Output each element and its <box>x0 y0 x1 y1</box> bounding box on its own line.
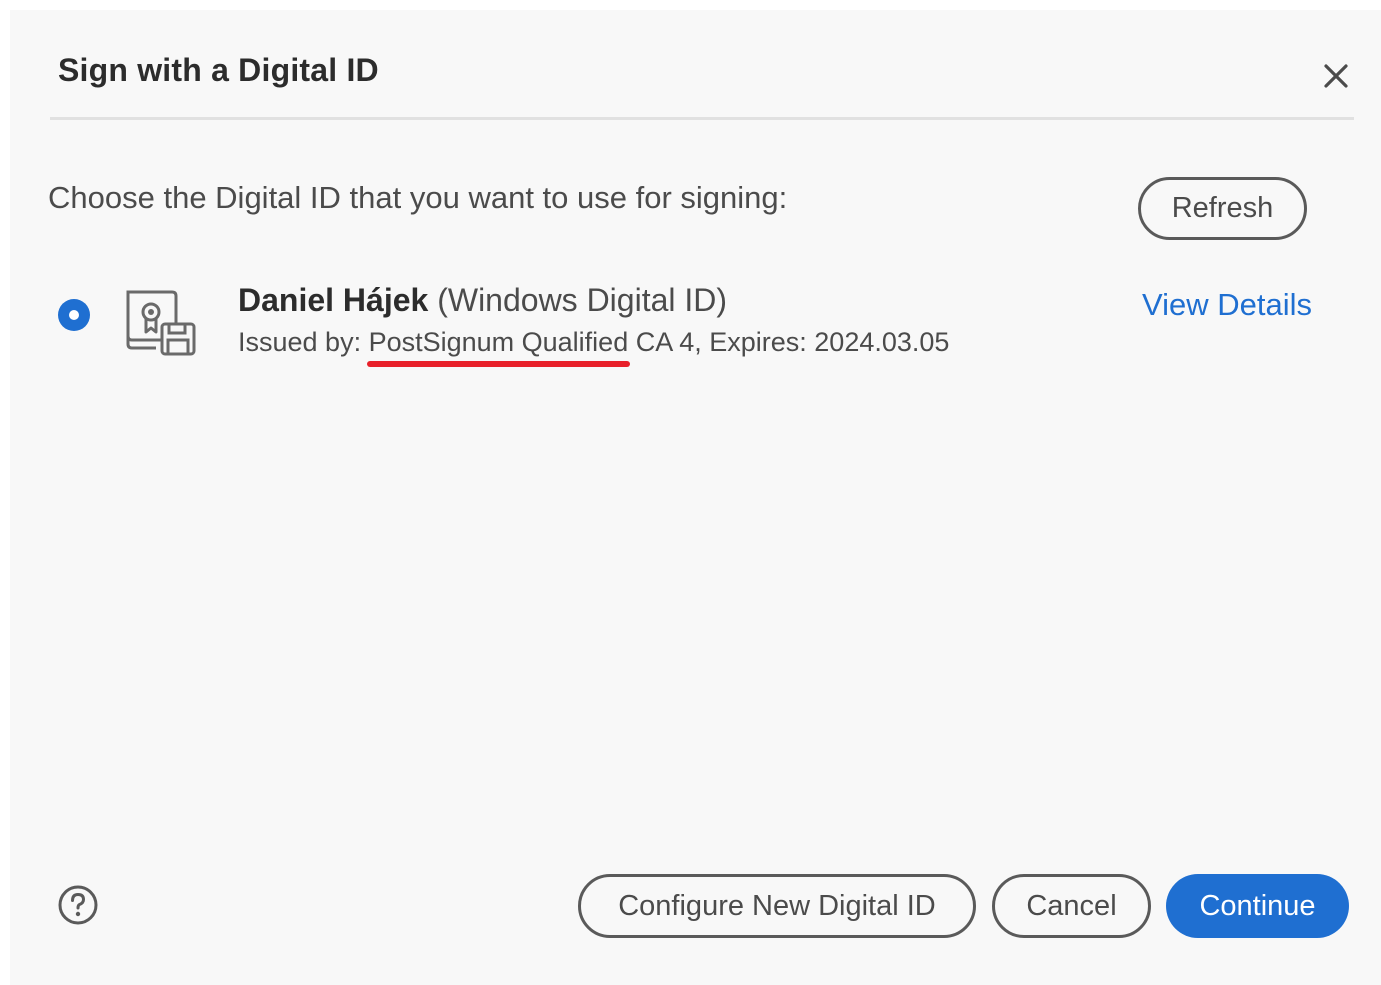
dialog-title: Sign with a Digital ID <box>58 52 379 88</box>
close-icon[interactable] <box>1320 60 1352 92</box>
choose-id-prompt: Choose the Digital ID that you want to u… <box>48 180 788 215</box>
sign-digital-id-dialog: Sign with a Digital ID Choose the Digita… <box>10 10 1381 985</box>
view-details-link[interactable]: View Details <box>1142 287 1312 323</box>
digital-id-issuer: Issued by: PostSignum Qualified CA 4, Ex… <box>238 327 950 367</box>
issuer-highlighted-name: PostSignum Qualified <box>366 327 630 367</box>
digital-id-name: Daniel Hájek <box>238 282 429 318</box>
refresh-button[interactable]: Refresh <box>1138 177 1307 240</box>
cancel-button[interactable]: Cancel <box>992 874 1151 938</box>
digital-id-type: (Windows Digital ID) <box>437 282 728 318</box>
digital-id-radio[interactable] <box>58 299 90 331</box>
title-divider <box>50 117 1354 120</box>
continue-button[interactable]: Continue <box>1166 874 1349 938</box>
issuer-prefix: Issued by: <box>238 327 369 357</box>
configure-new-digital-id-button[interactable]: Configure New Digital ID <box>578 874 976 938</box>
digital-id-title: Daniel Hájek (Windows Digital ID) <box>238 282 727 319</box>
help-icon[interactable] <box>57 884 99 926</box>
issuer-rest: CA 4, Expires: 2024.03.05 <box>628 327 950 357</box>
digital-id-certificate-icon <box>122 288 200 358</box>
